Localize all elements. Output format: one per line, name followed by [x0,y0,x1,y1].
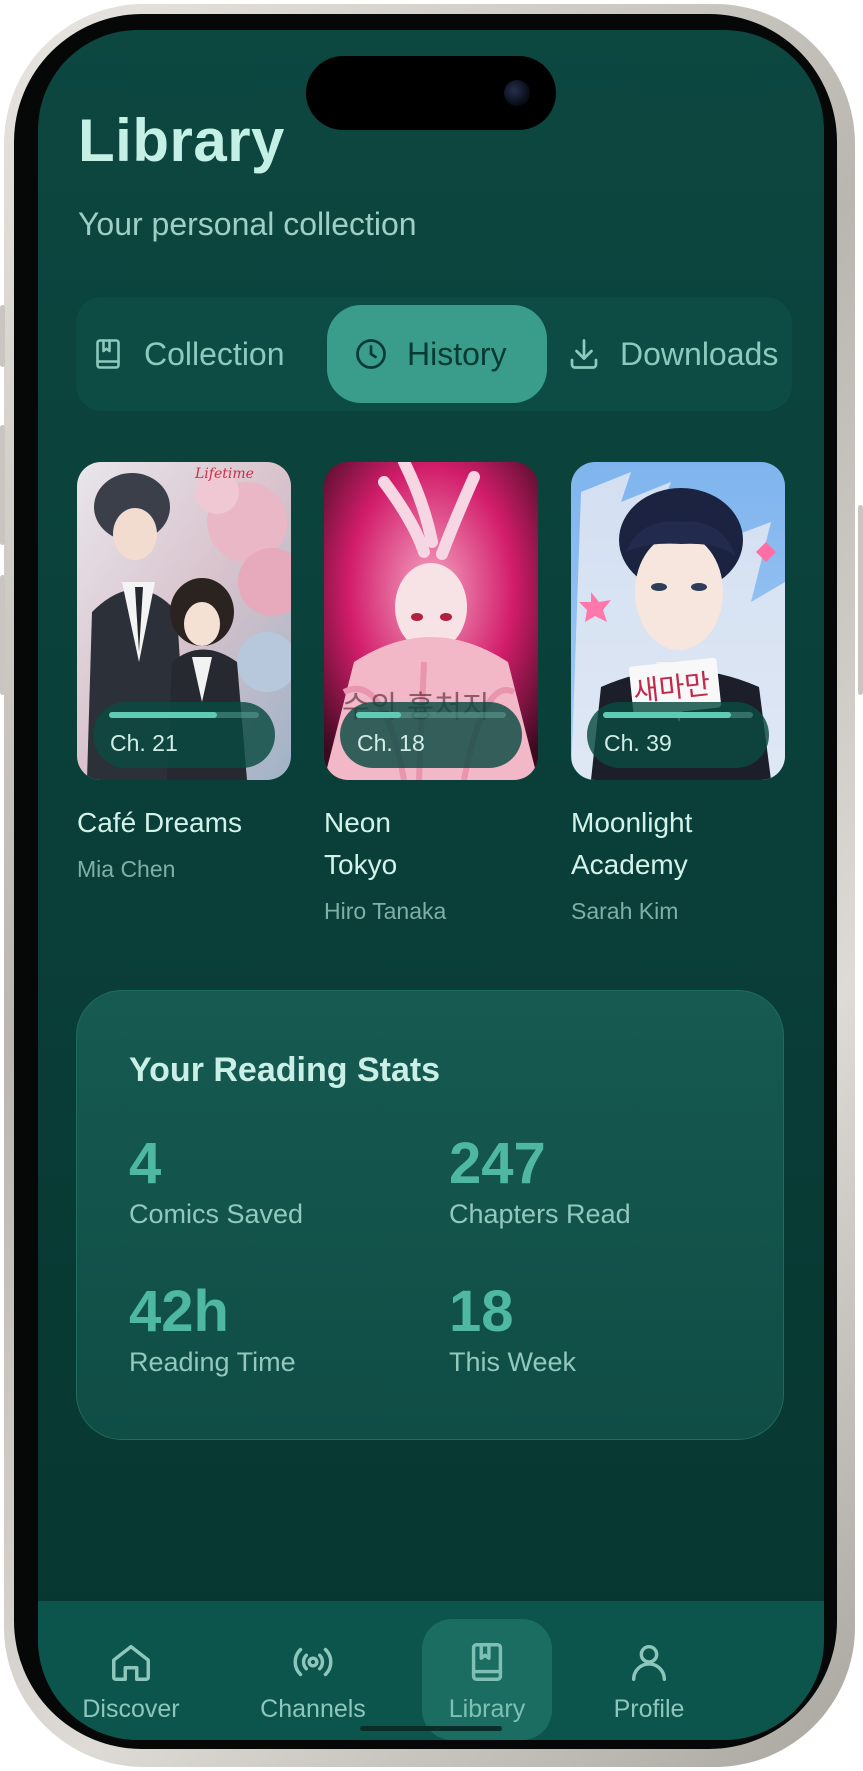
page-title: Library [78,107,285,174]
stat-value: 247 [449,1131,546,1196]
reading-progress-bar [356,712,506,718]
user-icon [631,1644,667,1681]
book-icon [96,339,120,369]
stat-label: Chapters Read [449,1199,631,1229]
library-tabs: Collection History Downloads [76,297,792,411]
svg-text:Lifetime: Lifetime [194,466,254,482]
clock-icon [356,339,386,369]
home-icon [112,1644,150,1681]
nav-library-label: Library [448,1695,526,1723]
comic-title[interactable]: Café Dreams [77,802,291,844]
stat-this-week: 18 This Week [449,1279,576,1378]
chapter-badge: Ch. 18 [340,702,522,768]
stat-label: Comics Saved [129,1199,304,1229]
tab-downloads[interactable]: Downloads [566,305,792,403]
tab-history[interactable]: History [327,305,547,403]
home-indicator [360,1726,502,1731]
reading-progress-fill [603,712,731,718]
tab-history-label: History [407,335,507,372]
stat-reading-time: 42h Reading Time [129,1279,296,1378]
reading-progress-fill [356,712,401,718]
stat-value: 42h [129,1279,229,1344]
chapter-badge: Ch. 39 [587,702,769,768]
screen: Library Your personal collection Collect… [38,30,824,1740]
volume-down-button [0,575,5,695]
comic-author: Hiro Tanaka [324,898,447,924]
comic-card[interactable]: Lifetime Ch. 21 Café Dreams Mia Chen [77,462,291,883]
bookmark-book-icon [471,1643,503,1681]
camera-icon [504,80,530,106]
action-button [0,305,5,367]
nav-profile[interactable]: Profile [584,1601,714,1740]
stat-label: Reading Time [129,1347,296,1377]
comic-card[interactable]: 새마만 Ch. 39 Moonlight Academy Sarah Kim [571,462,785,925]
broadcast-icon [293,1647,333,1677]
chapter-label: Ch. 21 [110,730,178,756]
comic-title[interactable]: Moonlight Academy [571,802,785,886]
comic-author: Mia Chen [77,856,176,882]
stat-value: 4 [129,1131,162,1196]
comic-author: Sarah Kim [571,898,679,924]
stat-comics-saved: 4 Comics Saved [129,1131,303,1230]
reading-progress-fill [109,712,217,718]
download-icon [570,339,598,369]
chapter-label: Ch. 39 [604,730,672,756]
page-subtitle: Your personal collection [78,206,417,242]
tab-collection[interactable]: Collection [90,305,300,403]
reading-stats-card: Your Reading Stats 4 Comics Saved 247 Ch… [76,990,784,1440]
chapter-badge: Ch. 21 [93,702,275,768]
nav-channels-label: Channels [260,1695,366,1723]
stat-label: This Week [449,1347,577,1377]
tab-collection-label: Collection [144,335,285,372]
dynamic-island [306,56,556,130]
comic-title[interactable]: Neon Tokyo [324,802,538,886]
tab-downloads-label: Downloads [620,335,779,372]
nav-profile-label: Profile [613,1695,685,1723]
nav-discover[interactable]: Discover [66,1601,196,1740]
stats-title: Your Reading Stats [129,1051,441,1089]
bottom-nav: Discover Channels Library Profile [38,1601,824,1740]
nav-discover-label: Discover [82,1695,180,1723]
comic-cover[interactable]: 수의 흉처지 Ch. 18 [324,462,538,780]
nav-library[interactable]: Library [422,1619,552,1740]
stat-chapters-read: 247 Chapters Read [449,1131,631,1230]
reading-progress-bar [109,712,259,718]
chapter-label: Ch. 18 [357,730,425,756]
comic-cover[interactable]: 새마만 Ch. 39 [571,462,785,780]
stat-value: 18 [449,1279,514,1344]
comic-card[interactable]: 수의 흉처지 Ch. 18 Neon Tokyo Hiro Tanaka [324,462,538,925]
comic-cover[interactable]: Lifetime Ch. 21 [77,462,291,780]
volume-up-button [0,425,5,545]
nav-channels[interactable]: Channels [248,1601,378,1740]
reading-progress-bar [603,712,753,718]
power-button [858,505,863,695]
